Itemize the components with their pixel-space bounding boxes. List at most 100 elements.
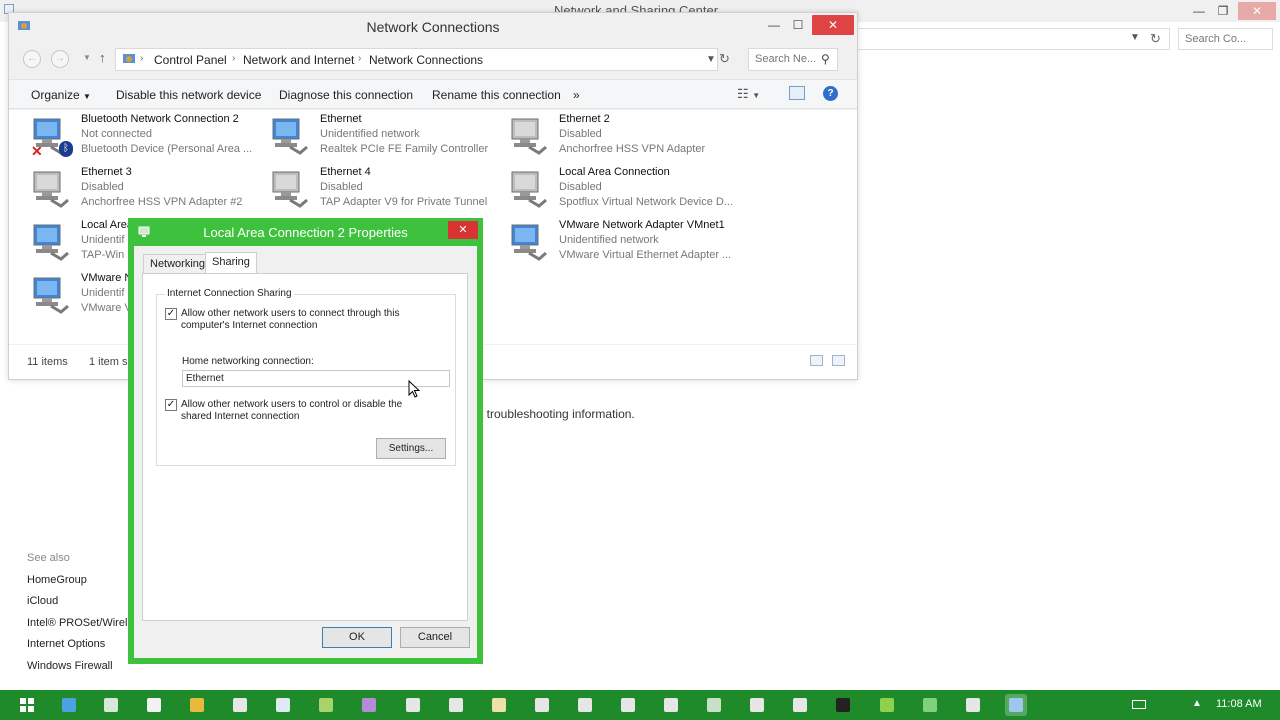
folder-icon[interactable] bbox=[488, 694, 510, 716]
show-hidden-icons-icon[interactable]: ▲ bbox=[1192, 698, 1202, 709]
network-adapter-icon bbox=[33, 224, 69, 261]
properties-dialog: Local Area Connection 2 Properties ✕ Net… bbox=[128, 218, 483, 664]
back-arrow-icon[interactable]: ← bbox=[23, 50, 41, 68]
disable-device-button[interactable]: Disable this network device bbox=[116, 88, 261, 102]
allow-control-checkbox[interactable]: ✓ bbox=[165, 399, 177, 411]
breadcrumb-separator-icon: › bbox=[358, 53, 362, 64]
ie-icon[interactable] bbox=[58, 694, 80, 716]
ok-button[interactable]: OK bbox=[322, 627, 392, 648]
network-connections-icon[interactable] bbox=[1005, 694, 1027, 716]
chevron-down-icon[interactable]: ▼ bbox=[706, 54, 716, 65]
connection-item[interactable]: Ethernet 4 Disabled TAP Adapter V9 for Pri… bbox=[270, 166, 502, 214]
chevron-down-icon: ▼ bbox=[83, 92, 91, 101]
connection-name: Ethernet 3 bbox=[81, 166, 132, 178]
connection-item[interactable]: VMware Network Adapter VMnet1 Unidentifie… bbox=[509, 219, 741, 267]
connection-device: TAP Adapter V9 for Private Tunnel bbox=[320, 196, 488, 208]
close-icon[interactable]: ✕ bbox=[448, 221, 478, 239]
minimize-icon[interactable]: — bbox=[1188, 2, 1210, 20]
window2-icon[interactable] bbox=[574, 694, 596, 716]
wifi-icon[interactable] bbox=[746, 694, 768, 716]
diagnose-button[interactable]: Diagnose this connection bbox=[279, 88, 413, 102]
connection-status: Disabled bbox=[559, 128, 602, 140]
chevron-down-icon[interactable]: ▼ bbox=[1130, 32, 1140, 43]
visual-studio-icon[interactable] bbox=[358, 694, 380, 716]
connection-status: Unidentif bbox=[81, 234, 125, 246]
android-icon[interactable] bbox=[876, 694, 898, 716]
close-icon[interactable]: ✕ bbox=[1238, 2, 1276, 20]
help-icon[interactable]: ? bbox=[823, 86, 838, 101]
breadcrumb-separator-icon: › bbox=[140, 53, 144, 64]
bg-address-field[interactable]: ▼ ↻ bbox=[855, 28, 1170, 50]
details-view-icon[interactable] bbox=[810, 355, 823, 366]
connection-name: VMware N bbox=[81, 272, 133, 284]
clock[interactable]: 11:08 AM bbox=[1216, 698, 1262, 710]
dialog-body: Networking Sharing Internet Connection S… bbox=[134, 246, 477, 658]
minimize-icon[interactable]: — bbox=[761, 15, 787, 35]
see-also-windows-firewall[interactable]: Windows Firewall bbox=[27, 660, 113, 672]
start-icon[interactable] bbox=[16, 694, 38, 716]
preview-pane-icon[interactable] bbox=[789, 86, 805, 100]
breadcrumb-network-internet[interactable]: Network and Internet bbox=[243, 53, 354, 67]
connection-item[interactable]: Local Area Connection Disabled Spotflux Vi… bbox=[509, 166, 741, 214]
rename-button[interactable]: Rename this connection bbox=[432, 88, 561, 102]
network-tool-icon-glyph bbox=[707, 698, 721, 712]
change-view-icon[interactable]: ☷ ▼ bbox=[737, 86, 760, 102]
address-bar[interactable]: › Control Panel › Network and Internet ›… bbox=[115, 48, 718, 71]
forward-arrow-icon[interactable]: → bbox=[51, 50, 69, 68]
calculator-icon-glyph bbox=[621, 698, 635, 712]
search-icon[interactable]: ⚲ bbox=[821, 52, 830, 66]
connection-status: Disabled bbox=[81, 181, 124, 193]
breadcrumb-control-panel[interactable]: Control Panel bbox=[154, 53, 227, 67]
connection-status: Unidentified network bbox=[320, 128, 420, 140]
see-also-intel-proset[interactable]: Intel® PROSet/Wirel bbox=[27, 617, 127, 629]
app-icon-glyph bbox=[535, 698, 549, 712]
maximize-icon[interactable]: ☐ bbox=[785, 15, 811, 35]
allow-connect-checkbox[interactable]: ✓ bbox=[165, 308, 177, 320]
window-icon[interactable] bbox=[229, 694, 251, 716]
refresh-icon[interactable]: ↻ bbox=[719, 51, 730, 67]
tab-networking[interactable]: Networking bbox=[143, 254, 213, 274]
cancel-button[interactable]: Cancel bbox=[400, 627, 470, 648]
media-icon[interactable] bbox=[445, 694, 467, 716]
app-icon[interactable] bbox=[531, 694, 553, 716]
settings-button[interactable]: Settings... bbox=[376, 438, 446, 459]
organize-button[interactable]: Organize ▼ bbox=[31, 88, 91, 102]
more-commands-button[interactable]: » bbox=[573, 88, 580, 102]
connection-name: Ethernet 2 bbox=[559, 113, 610, 125]
notepad-icon-glyph bbox=[276, 698, 290, 712]
close-icon[interactable]: ✕ bbox=[812, 15, 854, 35]
tab-sharing[interactable]: Sharing bbox=[205, 252, 257, 274]
large-icons-view-icon[interactable] bbox=[832, 355, 845, 366]
network-adapter-icon bbox=[511, 224, 547, 261]
globe-icon[interactable] bbox=[315, 694, 337, 716]
monitor-icon[interactable] bbox=[402, 694, 424, 716]
refresh-icon[interactable]: ↻ bbox=[1150, 31, 1161, 47]
document-icon[interactable] bbox=[143, 694, 165, 716]
network-tool-icon[interactable] bbox=[703, 694, 725, 716]
connection-item[interactable]: Ethernet 3 Disabled Anchorfree HSS VPN Ada… bbox=[31, 166, 263, 214]
breadcrumb-network-connections[interactable]: Network Connections bbox=[369, 53, 483, 67]
connection-item[interactable]: Ethernet 2 Disabled Anchorfree HSS VPN Ada… bbox=[509, 113, 741, 161]
keyboard-icon[interactable] bbox=[1132, 700, 1146, 709]
connection-item[interactable]: Bluetooth Network Connection 2 Not connec… bbox=[31, 113, 263, 161]
ics-group-title: Internet Connection Sharing bbox=[165, 288, 294, 299]
recent-chevron-icon[interactable]: ▼ bbox=[78, 50, 96, 68]
connection-item[interactable]: Ethernet Unidentified network Realtek PCIe… bbox=[270, 113, 502, 161]
see-also-icloud[interactable]: iCloud bbox=[27, 595, 58, 607]
up-arrow-icon[interactable]: ↑ bbox=[99, 50, 106, 65]
search-input[interactable]: Search Ne... ⚲ bbox=[748, 48, 838, 71]
notepad-icon[interactable] bbox=[272, 694, 294, 716]
bg-search-input[interactable]: Search Co... bbox=[1178, 28, 1273, 50]
pen-tool-icon[interactable] bbox=[100, 694, 122, 716]
picture-icon[interactable] bbox=[660, 694, 682, 716]
connection-name: Ethernet bbox=[320, 113, 362, 125]
camtasia-icon[interactable] bbox=[919, 694, 941, 716]
see-also-internet-options[interactable]: Internet Options bbox=[27, 638, 105, 650]
restore-icon[interactable]: ❐ bbox=[1212, 2, 1234, 20]
terminal-icon[interactable] bbox=[832, 694, 854, 716]
video-icon[interactable] bbox=[789, 694, 811, 716]
chrome-icon[interactable] bbox=[186, 694, 208, 716]
task-manager-icon[interactable] bbox=[962, 694, 984, 716]
see-also-homegroup[interactable]: HomeGroup bbox=[27, 574, 87, 586]
calculator-icon[interactable] bbox=[617, 694, 639, 716]
